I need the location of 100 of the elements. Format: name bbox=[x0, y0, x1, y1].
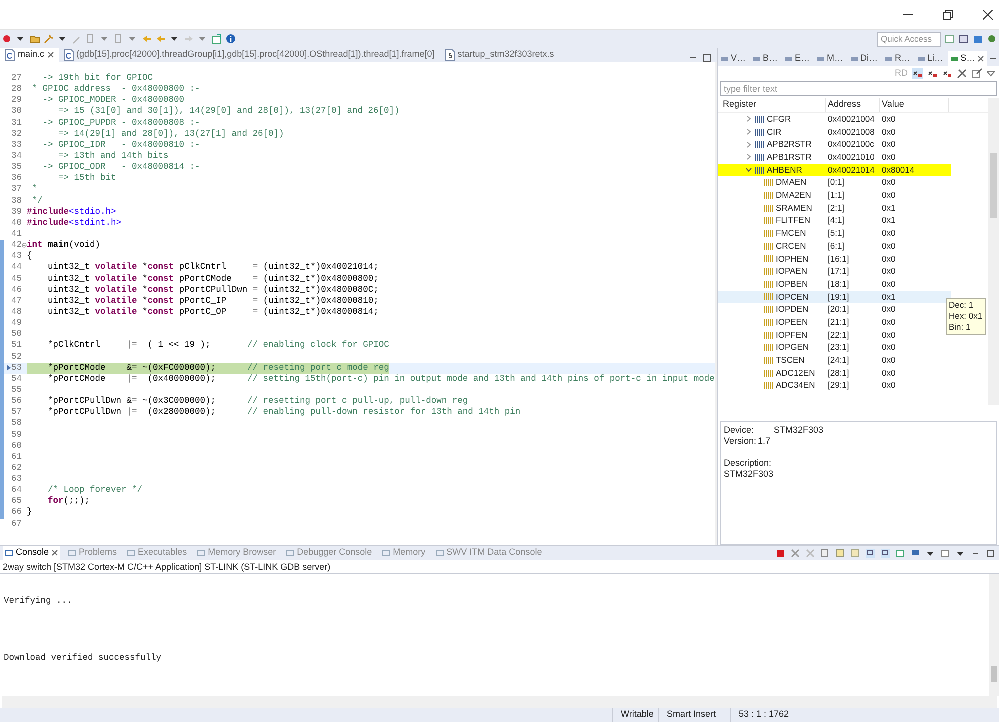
code-line: #include<stdint.h> bbox=[27, 218, 122, 229]
line-number: 28 bbox=[11, 84, 22, 96]
code-line: #include<stdio.h> bbox=[27, 206, 116, 218]
line-number: 59 bbox=[11, 430, 22, 441]
line-number: 38 bbox=[11, 196, 22, 207]
address-cell-text: [4:1] bbox=[827, 214, 846, 228]
console-output-line: Verifying ... bbox=[4, 595, 74, 608]
version-value: 1.7 bbox=[758, 436, 771, 447]
line-number: 57 bbox=[11, 407, 22, 418]
register-name: IOPBEN bbox=[776, 278, 808, 291]
device-name: STM32F303 bbox=[774, 425, 824, 436]
line-number: 50 bbox=[11, 329, 22, 340]
address-cell-text: [1:1] bbox=[827, 189, 846, 202]
code-line: => 13th and 14th bits bbox=[58, 150, 169, 162]
status-text: 53 : 1 : 1762 bbox=[730, 708, 800, 722]
line-number: 27 bbox=[11, 73, 22, 84]
line-number: 49 bbox=[11, 318, 22, 330]
line-number: 42 bbox=[11, 240, 22, 252]
code-line: -> GPIOC_ODR - 0x48000814 :- bbox=[42, 162, 200, 174]
code-line: /* Loop forever */ bbox=[47, 485, 143, 496]
value-cell-text: 0x0 bbox=[881, 189, 897, 202]
code-line: -> GPIOC_MODER - 0x48000800 bbox=[42, 95, 185, 106]
code-line: => 15 (31[0] and 30[1]), 14(29[0] and 28[0]), 13(27[0] and 26[0]) bbox=[58, 106, 400, 118]
line-number: 63 bbox=[11, 474, 22, 486]
value-cell-text: 0x80014 bbox=[881, 164, 916, 176]
line-number: 65 bbox=[11, 496, 22, 508]
register-name: IOPDEN bbox=[776, 303, 809, 316]
value-cell-text: 0x0 bbox=[881, 278, 897, 291]
code-line: uint32_t volatile *const pPortC_OP = (uint32_t*)0x48000814; bbox=[47, 306, 379, 318]
address-cell-text: [18:1] bbox=[827, 278, 850, 291]
tooltip-line: Dec: 1 bbox=[949, 300, 975, 311]
code-line: */ bbox=[31, 196, 43, 207]
line-number: 61 bbox=[11, 452, 22, 463]
register-name: DMAEN bbox=[776, 176, 807, 190]
value-cell-text: 0x0 bbox=[881, 341, 897, 354]
register-name: ADC12EN bbox=[776, 366, 816, 380]
line-number: 46 bbox=[11, 284, 22, 296]
line-number: 47 bbox=[11, 296, 22, 307]
register-name: TSCEN bbox=[776, 354, 805, 367]
line-number: 34 bbox=[11, 150, 22, 162]
register-name: IOPCEN bbox=[776, 290, 809, 304]
register-name: APB1RSTR bbox=[767, 151, 812, 164]
line-number: 53 bbox=[11, 362, 22, 374]
address-cell-text: [24:1] bbox=[827, 354, 850, 367]
line-number: 37 bbox=[11, 184, 22, 196]
tooltip-line: Hex: 0x1 bbox=[949, 311, 983, 322]
device-label: Device: bbox=[724, 425, 756, 436]
line-number: 51 bbox=[11, 340, 22, 352]
value-cell-text: 0x0 bbox=[881, 303, 897, 316]
console-output-line: Download verified successfully bbox=[4, 652, 163, 666]
status-text: Smart Insert bbox=[658, 708, 730, 722]
code-line: uint32_t volatile *const pClkCntrl = (uint32_t*)0x40021014; bbox=[47, 262, 379, 274]
line-number: 29 bbox=[11, 95, 22, 106]
code-line: *pPortCMode |= (0x40000000); // setting 15th(port-c) pin in output mode and 13th and 14th pins of port-c in input mode bbox=[47, 374, 715, 385]
code-line: -> 19th bit for GPIOC bbox=[42, 73, 154, 84]
line-number: 41 bbox=[11, 228, 22, 240]
code-line: { bbox=[27, 251, 32, 262]
code-line: * bbox=[31, 184, 38, 196]
register-name: IOPHEN bbox=[776, 252, 809, 266]
address-cell-text: 0x40021014 bbox=[827, 164, 876, 176]
value-cell-text: 0x0 bbox=[881, 265, 897, 278]
register-name: FLITFEN bbox=[776, 214, 810, 228]
register-name: AHBENR bbox=[767, 164, 802, 176]
value-cell-text: 0x0 bbox=[881, 126, 897, 138]
address-cell-text: [22:1] bbox=[827, 328, 850, 342]
line-number: 39 bbox=[11, 206, 22, 218]
address-cell-text: 0x40021008 bbox=[827, 126, 876, 138]
version-label: Version: bbox=[724, 436, 758, 447]
code-line: -> GPIOC_PUPDR - 0x48000808 :- bbox=[42, 118, 200, 129]
tooltip-line: Bin: 1 bbox=[949, 322, 972, 333]
description-label: Description: bbox=[724, 458, 773, 469]
register-name: IOPGEN bbox=[776, 341, 810, 354]
line-number: 55 bbox=[11, 384, 22, 396]
code-line: * GPIOC address - 0x48000800 :- bbox=[31, 84, 200, 96]
line-number: 52 bbox=[11, 352, 22, 363]
console-header: 2way switch [STM32 Cortex-M C/C++ Application] ST-LINK (ST-LINK GDB server) bbox=[0, 560, 999, 574]
code-line: -> GPIOC_IDR - 0x48000810 :- bbox=[42, 140, 200, 151]
value-cell-text: 0x0 bbox=[881, 379, 897, 392]
value-cell-text: 0x0 bbox=[881, 176, 897, 190]
address-cell-text: 0x4002100c bbox=[827, 138, 876, 152]
value-cell-text: 0x1 bbox=[881, 290, 897, 304]
register-name: IOPEEN bbox=[776, 316, 808, 329]
code-line: *pPortCPullDwn |= (0x28000000); // enabling pull-down resistor for 13th and 14th pin bbox=[47, 407, 521, 418]
code-line: uint32_t volatile *const pPortC_IP = (uint32_t*)0x48000810; bbox=[47, 296, 379, 307]
address-cell-text: [21:1] bbox=[827, 316, 850, 329]
line-number: 40 bbox=[11, 218, 22, 229]
address-cell-text: [19:1] bbox=[827, 290, 850, 304]
address-cell-text: [6:1] bbox=[827, 240, 846, 253]
code-line: for(;;); bbox=[47, 496, 90, 508]
register-name: CRCEN bbox=[776, 240, 806, 253]
value-cell-text: 0x0 bbox=[881, 151, 897, 164]
register-name: FMCEN bbox=[776, 227, 806, 240]
code-line: => 14(29[1] and 28[0]), 13(27[1] and 26[0]) bbox=[58, 128, 284, 140]
line-number: 48 bbox=[11, 306, 22, 318]
line-number: 44 bbox=[11, 262, 22, 274]
value-cell-text: 0x0 bbox=[881, 316, 897, 329]
value-cell-text: 0x0 bbox=[881, 112, 897, 126]
line-number: 67 bbox=[11, 518, 22, 530]
register-name: IOPFEN bbox=[776, 328, 808, 342]
register-name: SRAMEN bbox=[776, 202, 812, 215]
